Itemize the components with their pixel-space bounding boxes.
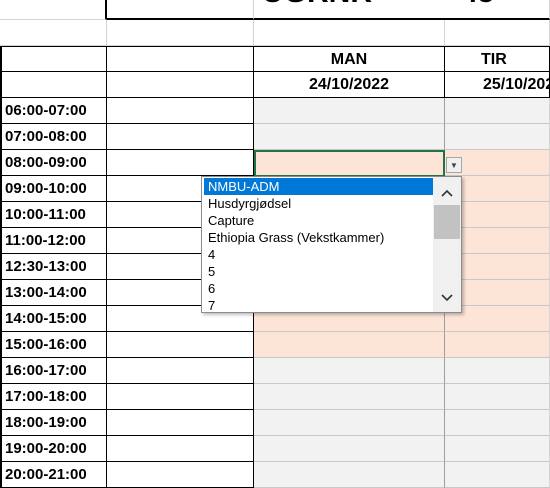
- time-label[interactable]: 10:00-11:00: [0, 202, 107, 228]
- cell[interactable]: [107, 358, 254, 384]
- week-number: 45: [461, 0, 494, 10]
- cell[interactable]: [107, 410, 254, 436]
- cell[interactable]: [107, 46, 254, 72]
- time-label[interactable]: 18:00-19:00: [0, 410, 107, 436]
- cell[interactable]: [445, 20, 550, 46]
- schedule-cell[interactable]: [254, 462, 445, 488]
- time-label[interactable]: 08:00-09:00: [0, 150, 107, 176]
- time-row: 20:00-21:00: [0, 462, 550, 488]
- time-label[interactable]: 12:30-13:00: [0, 254, 107, 280]
- cell[interactable]: [0, 72, 107, 98]
- cell[interactable]: [107, 98, 254, 124]
- scroll-up-button[interactable]: [433, 183, 461, 203]
- schedule-cell[interactable]: [254, 436, 445, 462]
- dropdown-option[interactable]: Husdyrgjødsel: [204, 195, 433, 212]
- cell[interactable]: [107, 384, 254, 410]
- schedule-cell[interactable]: [445, 384, 550, 410]
- cell[interactable]: [0, 20, 107, 46]
- time-row: 19:00-20:00: [0, 436, 550, 462]
- schedule-cell[interactable]: [445, 436, 550, 462]
- active-cell-border: [254, 150, 445, 177]
- schedule-cell[interactable]: [254, 98, 445, 124]
- cell[interactable]: [107, 436, 254, 462]
- time-row: 06:00-07:00: [0, 98, 550, 124]
- schedule-cell[interactable]: [254, 124, 445, 150]
- cell[interactable]: [107, 462, 254, 488]
- time-label[interactable]: 14:00-15:00: [0, 306, 107, 332]
- cell[interactable]: [107, 332, 254, 358]
- cell[interactable]: [107, 0, 254, 20]
- schedule-cell[interactable]: [445, 358, 550, 384]
- time-label[interactable]: 20:00-21:00: [0, 462, 107, 488]
- schedule-cell[interactable]: [445, 462, 550, 488]
- cell[interactable]: [107, 72, 254, 98]
- chevron-down-icon: [441, 294, 453, 302]
- time-label[interactable]: 16:00-17:00: [0, 358, 107, 384]
- listbox-scrollbar[interactable]: [433, 177, 461, 312]
- cell[interactable]: [107, 124, 254, 150]
- day-name-tue[interactable]: TIR: [445, 46, 550, 72]
- time-row: 18:00-19:00: [0, 410, 550, 436]
- schedule-cell[interactable]: [254, 410, 445, 436]
- title-row: UGRNR 45: [0, 0, 550, 20]
- dropdown-button[interactable]: ▼: [446, 157, 462, 173]
- time-label[interactable]: 15:00-16:00: [0, 332, 107, 358]
- scroll-down-button[interactable]: [433, 288, 461, 308]
- schedule-cell[interactable]: [445, 332, 550, 358]
- time-label[interactable]: 11:00-12:00: [0, 228, 107, 254]
- dropdown-option[interactable]: 5: [204, 263, 433, 280]
- time-row: 07:00-08:00: [0, 124, 550, 150]
- day-name-mon[interactable]: MAN: [254, 46, 445, 72]
- cell[interactable]: UGRNR: [254, 0, 445, 20]
- schedule-cell[interactable]: [445, 98, 550, 124]
- schedule-cell[interactable]: [445, 410, 550, 436]
- time-row: 16:00-17:00: [0, 358, 550, 384]
- dropdown-option[interactable]: 6: [204, 280, 433, 297]
- day-header-row: MAN TIR: [0, 46, 550, 72]
- schedule-cell[interactable]: [254, 384, 445, 410]
- cell[interactable]: [107, 20, 254, 46]
- chevron-down-icon: ▼: [450, 160, 458, 170]
- time-label[interactable]: 07:00-08:00: [0, 124, 107, 150]
- schedule-cell[interactable]: [254, 358, 445, 384]
- spacer-row: [0, 20, 550, 46]
- time-label[interactable]: 17:00-18:00: [0, 384, 107, 410]
- scrollbar-thumb[interactable]: [434, 205, 460, 239]
- schedule-cell[interactable]: [445, 124, 550, 150]
- dropdown-option[interactable]: 4: [204, 246, 433, 263]
- time-row: 17:00-18:00: [0, 384, 550, 410]
- time-label[interactable]: 06:00-07:00: [0, 98, 107, 124]
- date-row: 24/10/2022 25/10/2022: [0, 72, 550, 98]
- dropdown-option[interactable]: Capture: [204, 212, 433, 229]
- cell[interactable]: [0, 0, 107, 20]
- time-label[interactable]: 09:00-10:00: [0, 176, 107, 202]
- time-row: 15:00-16:00: [0, 332, 550, 358]
- dropdown-option[interactable]: NMBU-ADM: [204, 178, 433, 195]
- date-mon[interactable]: 24/10/2022: [254, 72, 445, 98]
- cell[interactable]: [0, 46, 107, 72]
- title-text: UGRNR: [262, 0, 372, 10]
- time-label[interactable]: 19:00-20:00: [0, 436, 107, 462]
- cell[interactable]: [254, 20, 445, 46]
- dropdown-option[interactable]: 7: [204, 297, 433, 314]
- schedule-cell[interactable]: [254, 332, 445, 358]
- cell[interactable]: [107, 150, 254, 176]
- chevron-up-icon: [441, 189, 453, 197]
- dropdown-listbox[interactable]: NMBU-ADM Husdyrgjødsel Capture Ethiopia Gra…: [201, 176, 462, 313]
- time-label[interactable]: 13:00-14:00: [0, 280, 107, 306]
- date-tue[interactable]: 25/10/2022: [445, 72, 550, 98]
- dropdown-option[interactable]: Ethiopia Grass (Vekstkammer): [204, 229, 433, 246]
- cell[interactable]: 45: [445, 0, 550, 20]
